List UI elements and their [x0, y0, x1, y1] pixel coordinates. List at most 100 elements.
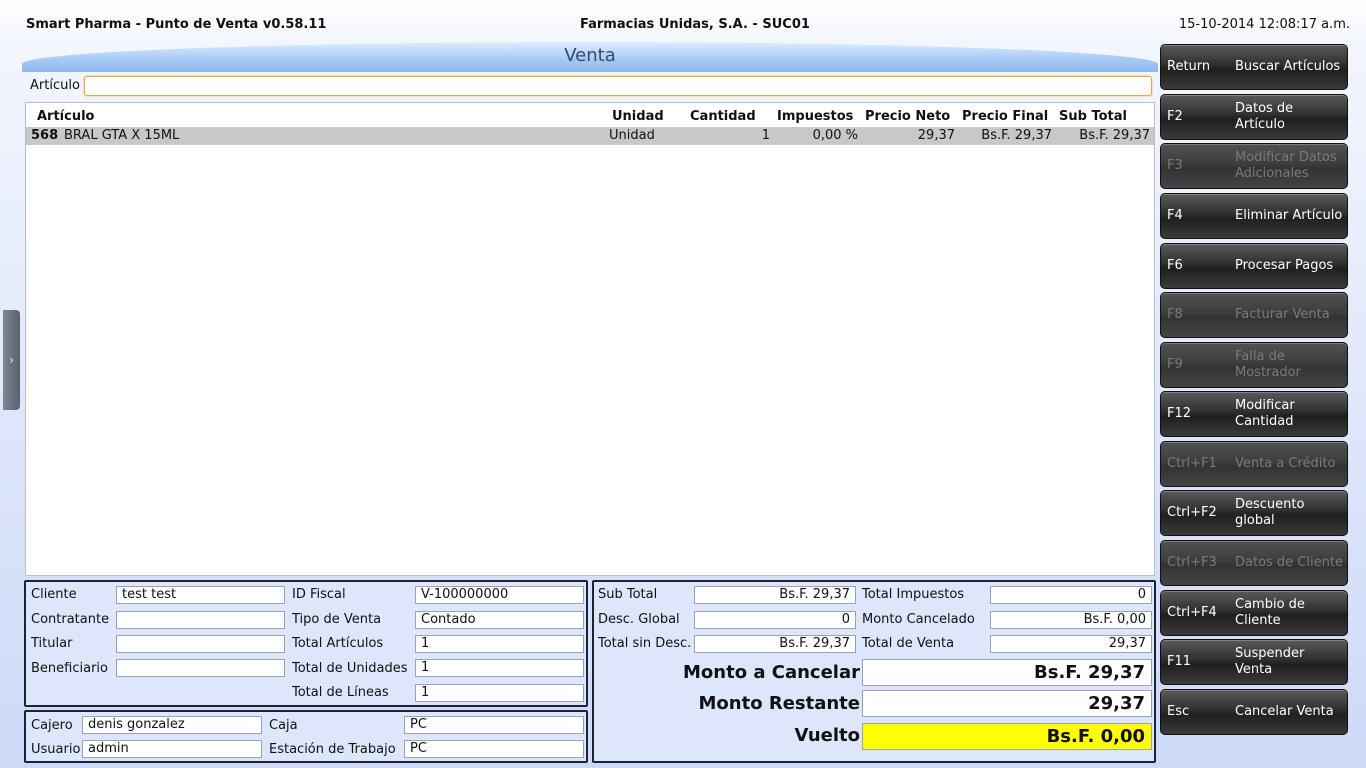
button-label: Falla de Mostrador — [1235, 349, 1301, 380]
cajero-field: denis gonzalez — [82, 716, 262, 734]
button-label: Descuento global — [1235, 497, 1305, 528]
monto-a-cancelar-field: Bs.F. 29,37 — [862, 659, 1152, 686]
total-unidades-field: 1 — [415, 659, 584, 677]
button-label: Modificar Datos Adicionales — [1235, 150, 1337, 181]
side-panel-toggle[interactable]: › — [3, 310, 20, 410]
estacion-label: Estación de Trabajo — [269, 742, 396, 757]
company-branch: Farmacias Unidas, S.A. - SUC01 — [580, 17, 810, 32]
total-articulos-field: 1 — [415, 635, 584, 653]
shortcut-key: F11 — [1167, 654, 1192, 669]
cancelar-venta-button[interactable]: Esc Cancelar Venta — [1160, 689, 1348, 735]
tipo-venta-label: Tipo de Venta — [292, 612, 382, 627]
col-articulo[interactable]: Artículo — [37, 109, 95, 124]
buscar-articulos-button[interactable]: Return Buscar Artículos — [1160, 44, 1348, 90]
monto-restante-field: 29,37 — [862, 690, 1152, 717]
total-impuestos-field: 0 — [990, 586, 1152, 604]
titular-label: Titular — [31, 636, 73, 651]
button-label: Buscar Artículos — [1235, 59, 1341, 74]
button-label: Eliminar Artículo — [1235, 208, 1343, 223]
shortcut-key: Ctrl+F3 — [1167, 555, 1217, 570]
cliente-panel: Cliente test test Contratante Titular Be… — [24, 580, 588, 707]
button-label: Venta a Crédito — [1235, 456, 1336, 471]
button-label: Datos de Cliente — [1235, 555, 1343, 570]
shortcut-key: Return — [1167, 59, 1211, 74]
suspender-venta-button[interactable]: F11 Suspender Venta — [1160, 639, 1348, 685]
col-unidad[interactable]: Unidad — [612, 109, 664, 124]
row-code: 568 — [31, 128, 59, 143]
contratante-field[interactable] — [116, 611, 285, 629]
totales-panel: Sub Total Bs.F. 29,37 Desc. Global 0 Tot… — [592, 580, 1156, 763]
button-label: Modificar Cantidad — [1235, 398, 1295, 429]
app-title: Smart Pharma - Punto de Venta v0.58.11 — [26, 17, 327, 32]
caja-field: PC — [404, 716, 584, 734]
total-sin-desc-label: Total sin Desc. — [598, 636, 692, 651]
cliente-label: Cliente — [31, 587, 77, 602]
items-grid[interactable]: Artículo Unidad Cantidad Impuestos Preci… — [25, 102, 1155, 576]
button-label: Cancelar Venta — [1235, 704, 1334, 719]
shortcut-key: F2 — [1167, 109, 1183, 124]
contratante-label: Contratante — [31, 612, 110, 627]
monto-cancelado-label: Monto Cancelado — [862, 612, 975, 627]
eliminar-articulo-button[interactable]: F4 Eliminar Artículo — [1160, 193, 1348, 239]
id-fiscal-label: ID Fiscal — [292, 587, 346, 602]
datos-cliente-button[interactable]: Ctrl+F3 Datos de Cliente — [1160, 540, 1348, 586]
button-label: Procesar Pagos — [1235, 258, 1334, 273]
cliente-field[interactable]: test test — [116, 586, 285, 604]
shortcut-key: Esc — [1167, 704, 1190, 719]
caja-label: Caja — [269, 718, 298, 733]
shortcut-key: Ctrl+F4 — [1167, 605, 1217, 620]
shortcut-key: F3 — [1167, 158, 1183, 173]
row-name: BRAL GTA X 15ML — [64, 128, 180, 143]
facturar-venta-button[interactable]: F8 Facturar Venta — [1160, 292, 1348, 338]
total-lineas-field: 1 — [415, 684, 584, 702]
button-label: Suspender Venta — [1235, 646, 1305, 677]
col-precio-neto[interactable]: Precio Neto — [865, 109, 950, 124]
shortcut-key: F9 — [1167, 357, 1183, 372]
total-impuestos-label: Total Impuestos — [862, 587, 965, 602]
id-fiscal-field[interactable]: V-100000000 — [415, 586, 584, 604]
venta-credito-button[interactable]: Ctrl+F1 Venta a Crédito — [1160, 441, 1348, 487]
estacion-field: PC — [404, 740, 584, 758]
col-sub-total[interactable]: Sub Total — [1059, 109, 1127, 124]
falla-mostrador-button[interactable]: F9 Falla de Mostrador — [1160, 342, 1348, 388]
vuelto-label: Vuelto — [794, 725, 860, 746]
usuario-field: admin — [82, 740, 262, 758]
sub-total-field: Bs.F. 29,37 — [694, 586, 856, 604]
button-label: Cambio de Cliente — [1235, 597, 1305, 628]
col-precio-final[interactable]: Precio Final — [962, 109, 1048, 124]
articulo-label: Artículo — [30, 78, 80, 93]
desc-global-label: Desc. Global — [598, 612, 680, 627]
row-precio-final: Bs.F. 29,37 — [981, 128, 1052, 143]
total-sin-desc-field: Bs.F. 29,37 — [694, 635, 856, 653]
procesar-pagos-button[interactable]: F6 Procesar Pagos — [1160, 243, 1348, 289]
titular-field[interactable] — [116, 635, 285, 653]
row-precio-neto: 29,37 — [917, 128, 955, 143]
beneficiario-field[interactable] — [116, 659, 285, 677]
datos-articulo-button[interactable]: F2 Datos de Artículo — [1160, 94, 1348, 140]
modificar-datos-adicionales-button[interactable]: F3 Modificar Datos Adicionales — [1160, 143, 1348, 189]
total-venta-label: Total de Venta — [862, 636, 955, 651]
row-unidad: Unidad — [609, 128, 655, 143]
total-articulos-label: Total Artículos — [292, 636, 384, 651]
shortcut-key: F12 — [1167, 406, 1192, 421]
cajero-panel: Cajero denis gonzalez Usuario admin Caja… — [24, 710, 588, 763]
monto-cancelado-field: Bs.F. 0,00 — [990, 611, 1152, 629]
tipo-venta-field[interactable]: Contado — [415, 611, 584, 629]
col-impuestos[interactable]: Impuestos — [777, 109, 853, 124]
desc-global-field: 0 — [694, 611, 856, 629]
modificar-cantidad-button[interactable]: F12 Modificar Cantidad — [1160, 391, 1348, 437]
total-lineas-label: Total de Líneas — [292, 685, 389, 700]
cajero-label: Cajero — [31, 718, 73, 733]
button-label: Facturar Venta — [1235, 307, 1330, 322]
descuento-global-button[interactable]: Ctrl+F2 Descuento global — [1160, 490, 1348, 536]
table-row[interactable]: 568 BRAL GTA X 15ML Unidad 1 0,00 % 29,3… — [26, 127, 1154, 145]
col-cantidad[interactable]: Cantidad — [690, 109, 756, 124]
cambio-cliente-button[interactable]: Ctrl+F4 Cambio de Cliente — [1160, 590, 1348, 636]
row-impuestos: 0,00 % — [812, 128, 858, 143]
shortcut-key: F4 — [1167, 208, 1183, 223]
venta-panel: Venta Artículo Artículo Unidad Cantidad … — [22, 42, 1158, 577]
monto-restante-label: Monto Restante — [698, 693, 861, 714]
chevron-right-icon: › — [9, 353, 14, 367]
articulo-input[interactable] — [84, 76, 1152, 96]
row-cantidad: 1 — [761, 128, 770, 143]
